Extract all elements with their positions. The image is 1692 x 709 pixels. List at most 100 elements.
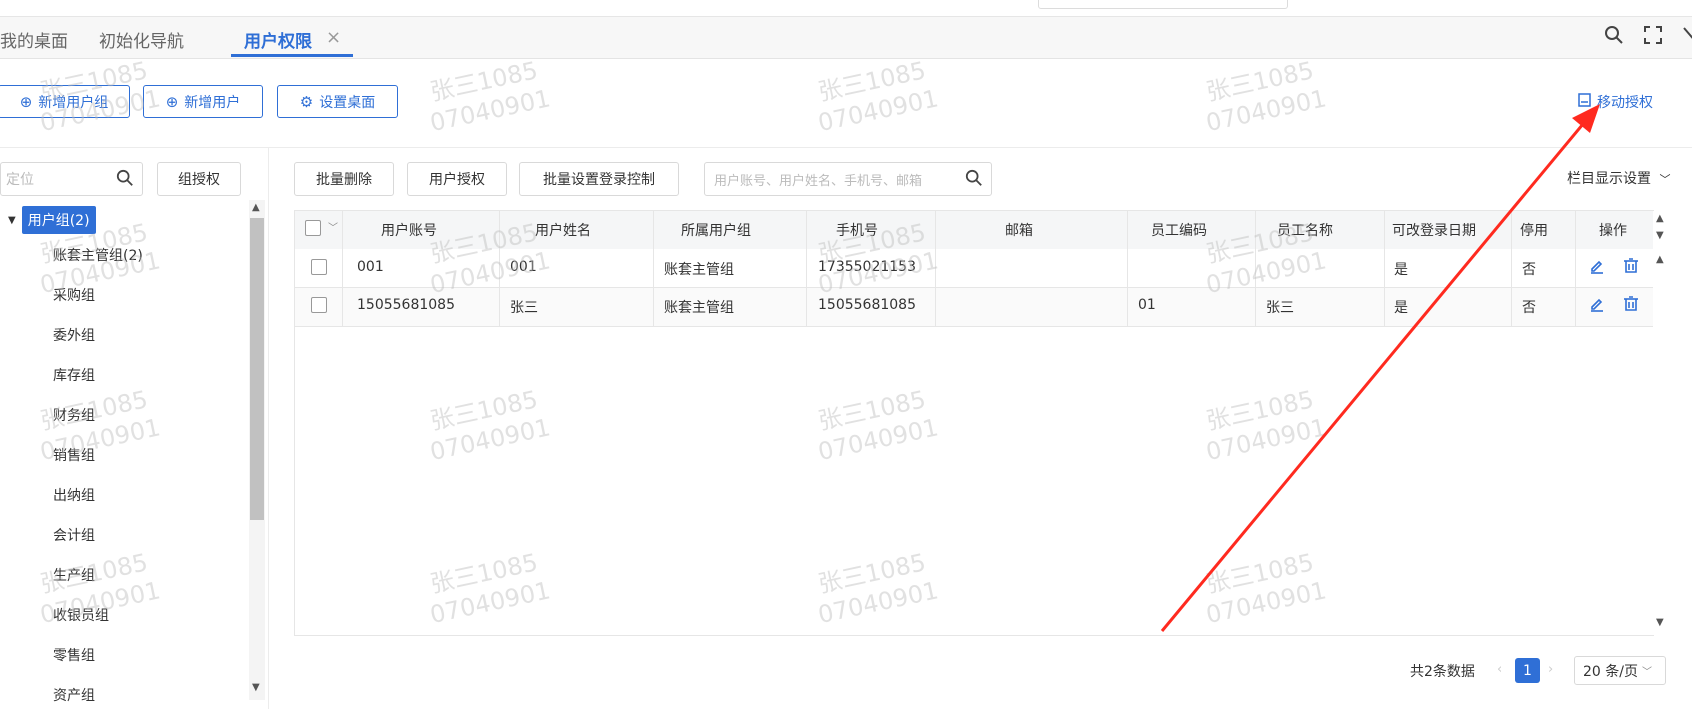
caret-down-icon[interactable]: ▼	[8, 215, 16, 226]
page-size-select[interactable]: 20 条/页 ﹀	[1574, 656, 1666, 685]
edit-icon[interactable]	[1589, 258, 1605, 278]
tree-root-label: 用户组(2)	[21, 206, 96, 234]
chevron-down-icon: ﹀	[1641, 667, 1652, 678]
locate-input[interactable]: 定位	[0, 162, 143, 196]
tab-user-permissions[interactable]: 用户权限	[244, 27, 312, 52]
scroll-up-icon[interactable]: ▲	[1656, 254, 1664, 265]
watermark-line: 张三1085	[815, 56, 929, 107]
delete-icon[interactable]	[1623, 258, 1639, 278]
column-display-settings[interactable]: 栏目显示设置 ﹀	[1567, 168, 1670, 188]
column-divider	[806, 211, 807, 327]
column-header[interactable]: 用户姓名	[535, 220, 591, 240]
tab-init-nav[interactable]: 初始化导航	[99, 27, 184, 52]
tree-node[interactable]: 财务组	[53, 405, 95, 425]
column-header: 操作	[1599, 223, 1627, 239]
tree-node[interactable]: 出纳组	[53, 485, 95, 505]
page-button-current[interactable]: 1	[1515, 658, 1540, 683]
cell-phone: 17355021153	[818, 259, 916, 275]
watermark-line: 07040901	[1203, 84, 1329, 138]
plus-circle-icon: ⊕	[19, 92, 33, 111]
tree-node[interactable]: 零售组	[53, 645, 95, 665]
column-header[interactable]: 所属用户组	[681, 220, 751, 240]
column-header[interactable]: 可改登录日期	[1392, 220, 1476, 240]
next-page-icon[interactable]: ›	[1548, 662, 1553, 677]
tree-node[interactable]: 会计组	[53, 525, 95, 545]
column-header[interactable]: 用户账号	[381, 220, 437, 240]
top-search-box[interactable]	[1038, 0, 1288, 9]
locate-placeholder: 定位	[6, 172, 34, 188]
page-size-value: 20 条/页	[1583, 663, 1638, 680]
delete-icon[interactable]	[1623, 296, 1639, 316]
column-header[interactable]: 员工名称	[1277, 220, 1333, 240]
row-checkbox[interactable]	[311, 259, 327, 275]
add-user-button[interactable]: ⊕ 新增用户	[143, 85, 263, 118]
set-desktop-button[interactable]: ⚙ 设置桌面	[277, 85, 398, 118]
fullscreen-icon[interactable]	[1643, 25, 1663, 50]
column-divider	[1511, 211, 1512, 327]
watermark-line: 07040901	[815, 84, 941, 138]
chevron-down-icon[interactable]: ﹀	[328, 219, 338, 234]
tree-node[interactable]: 账套主管组(2)	[53, 245, 143, 265]
batch-login-control-button[interactable]: 批量设置登录控制	[519, 162, 679, 196]
watermark: 张三1085 07040901	[31, 383, 163, 467]
column-header[interactable]: 员工编码	[1151, 220, 1207, 240]
tree-node[interactable]: 采购组	[53, 285, 95, 305]
close-icon[interactable]	[1682, 25, 1692, 50]
active-tab-indicator	[231, 54, 353, 57]
table-scrollbar[interactable]	[1653, 211, 1667, 635]
cell-employee-name: 张三	[1266, 300, 1294, 316]
batch-delete-button[interactable]: 批量删除	[294, 162, 394, 196]
cell-account: 001	[357, 259, 384, 275]
user-search-input[interactable]: 用户账号、用户姓名、手机号、邮箱	[704, 162, 992, 196]
tab-close-icon[interactable]: ×	[326, 27, 341, 48]
search-icon[interactable]	[116, 169, 134, 191]
column-settings-label: 栏目显示设置	[1567, 171, 1651, 187]
scroll-down-icon[interactable]: ▼	[1656, 230, 1664, 241]
scroll-up-icon[interactable]: ▲	[252, 202, 260, 213]
scroll-up-icon[interactable]: ▲	[1656, 213, 1664, 224]
tree-node[interactable]: 生产组	[53, 565, 95, 585]
prev-page-icon[interactable]: ‹	[1497, 662, 1502, 677]
watermark: 张三1085 07040901	[1197, 54, 1329, 138]
add-user-label: 新增用户	[184, 94, 241, 111]
cell-group: 账套主管组	[664, 300, 734, 316]
move-authorization-link[interactable]: 移动授权	[1578, 92, 1653, 112]
tree-node[interactable]: 库存组	[53, 365, 95, 385]
panel-divider	[268, 148, 269, 709]
column-header[interactable]: 邮箱	[1005, 220, 1033, 240]
watermark-line: 07040901	[427, 84, 553, 138]
chevron-down-icon: ﹀	[1659, 173, 1671, 186]
column-divider	[499, 211, 500, 327]
tab-my-desktop[interactable]: 我的桌面	[0, 27, 68, 52]
column-header[interactable]: 停用	[1520, 220, 1548, 240]
group-authorization-button[interactable]: 组授权	[157, 162, 241, 196]
tree-node[interactable]: 收银员组	[53, 605, 109, 625]
total-count: 共2条数据	[1410, 664, 1475, 680]
select-all-checkbox[interactable]	[305, 220, 321, 236]
tree-node[interactable]: 销售组	[53, 445, 95, 465]
move-authorization-label: 移动授权	[1597, 95, 1653, 111]
cell-phone: 15055681085	[818, 297, 916, 313]
search-icon[interactable]	[965, 169, 983, 191]
user-authorization-button[interactable]: 用户授权	[407, 162, 507, 196]
tree-node[interactable]: 资产组	[53, 685, 95, 705]
edit-icon[interactable]	[1589, 296, 1605, 316]
column-divider	[1127, 211, 1128, 327]
cell-name: 001	[510, 259, 537, 275]
search-icon[interactable]	[1604, 25, 1624, 50]
tree-root-node[interactable]: ▼ 用户组(2)	[8, 206, 96, 234]
scroll-down-icon[interactable]: ▼	[1656, 617, 1664, 628]
tree-node[interactable]: 委外组	[53, 325, 95, 345]
watermark: 张三1085 07040901	[809, 54, 941, 138]
column-header[interactable]: 手机号	[836, 220, 878, 240]
tree-scrollbar-thumb[interactable]	[250, 218, 264, 520]
add-user-group-button[interactable]: ⊕ 新增用户组	[0, 85, 130, 118]
column-divider	[1384, 211, 1385, 327]
cell-disabled: 否	[1522, 262, 1536, 278]
scroll-down-icon[interactable]: ▼	[252, 682, 260, 693]
cell-can-change-date: 是	[1394, 300, 1408, 316]
row-checkbox[interactable]	[311, 297, 327, 313]
cell-name: 张三	[510, 300, 538, 316]
column-divider	[653, 211, 654, 327]
cell-group: 账套主管组	[664, 262, 734, 278]
